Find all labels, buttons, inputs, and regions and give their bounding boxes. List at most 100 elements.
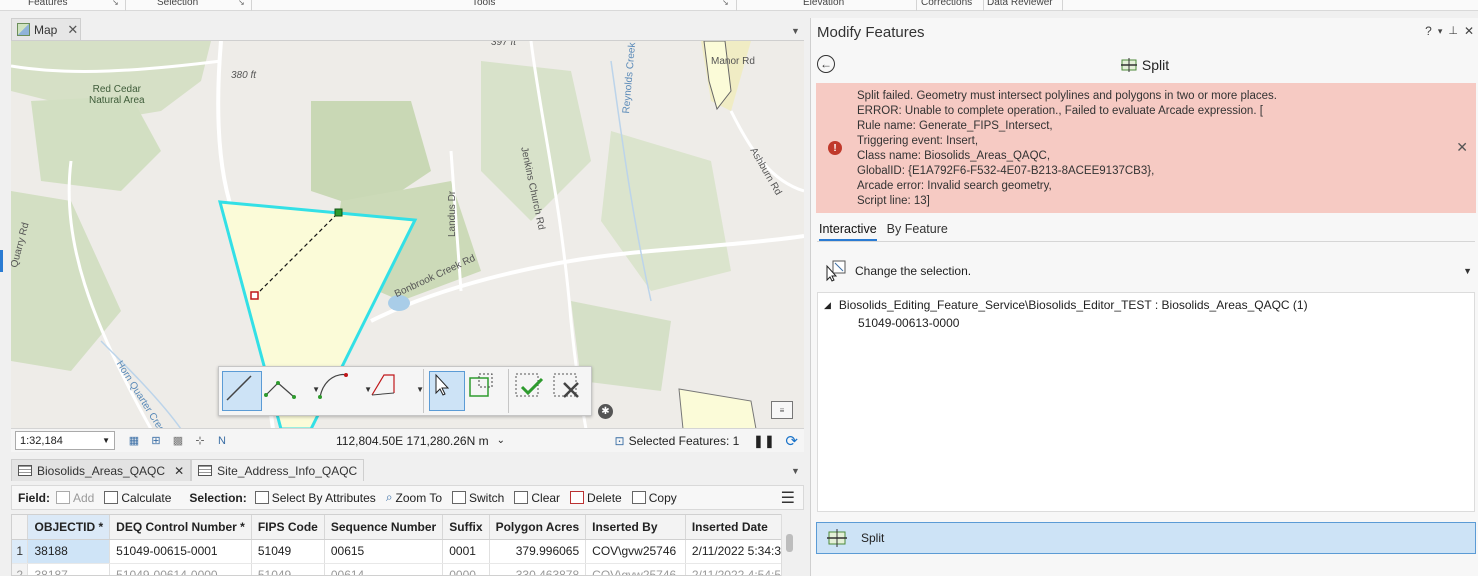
constraints-icon[interactable]: ⊹: [191, 432, 209, 450]
column-header[interactable]: Sequence Number: [324, 515, 444, 540]
table-scrollbar[interactable]: [781, 514, 796, 576]
table-cell[interactable]: 51049: [251, 539, 325, 564]
error-line: GlobalID: {E1A792F6-F532-4E07-B213-8ACEE…: [857, 165, 1155, 177]
table-row[interactable]: 1 38188 51049-00615-0001 51049 00615 000…: [12, 539, 795, 564]
chevron-down-icon[interactable]: ▼: [416, 385, 424, 394]
table-cell[interactable]: 00615: [324, 539, 444, 564]
table-row[interactable]: 2 38187 51049-00614-0000 51049 00614 000…: [12, 563, 795, 575]
row-number[interactable]: 2: [12, 563, 29, 575]
chevron-down-icon[interactable]: ⌄: [497, 435, 505, 446]
chevron-down-icon[interactable]: ▼: [1463, 266, 1472, 276]
tab-map[interactable]: Map ✕: [11, 18, 81, 40]
ribbon-divider: [251, 0, 252, 11]
hamburger-menu-icon[interactable]: ☰: [781, 488, 795, 508]
table-cell[interactable]: 00614: [324, 563, 444, 575]
error-icon: !: [828, 141, 842, 155]
delete-button[interactable]: Delete: [570, 491, 622, 505]
table-cell[interactable]: 51049: [251, 563, 325, 575]
table-cell[interactable]: 51049-00614-0000: [109, 563, 252, 575]
add-field-button[interactable]: Add: [56, 491, 94, 505]
tab-biosolids-areas[interactable]: Biosolids_Areas_QAQC ✕: [11, 459, 192, 481]
select-tool-button[interactable]: [429, 371, 465, 411]
polyline-tool-button[interactable]: ▼: [264, 371, 320, 411]
pane-menu-chevron-icon[interactable]: ▼: [791, 26, 800, 36]
table-cell[interactable]: 51049-00615-0001: [109, 539, 252, 564]
table-cell[interactable]: 330.463878: [489, 563, 587, 575]
table-cell[interactable]: 379.996065: [489, 539, 587, 564]
column-header[interactable]: Inserted Date: [685, 515, 795, 540]
dismiss-error-icon[interactable]: ✕: [1456, 139, 1468, 156]
collapse-triangle-icon[interactable]: ◢: [824, 300, 831, 312]
table-cell[interactable]: 2/11/2022 5:34:30: [685, 539, 795, 564]
table-cell[interactable]: 38188: [27, 539, 111, 564]
map-overview-icon[interactable]: ≡: [771, 401, 793, 419]
zoom-to-button[interactable]: ⌕ Zoom To: [386, 490, 442, 505]
selection-label: Selection:: [189, 490, 247, 505]
tree-feature-node[interactable]: 51049-00613-0000: [858, 316, 959, 330]
select-vertices-button[interactable]: [467, 371, 503, 411]
north-arrow-icon[interactable]: N: [213, 432, 231, 450]
scale-select[interactable]: 1:32,184 ▼: [15, 431, 115, 450]
grid-icon[interactable]: ▩: [169, 432, 187, 450]
dialog-launcher-icon[interactable]: ↘: [722, 0, 729, 7]
dialog-launcher-icon[interactable]: ↘: [238, 0, 245, 7]
column-header[interactable]: Polygon Acres: [489, 515, 587, 540]
refresh-icon[interactable]: ⟳: [785, 432, 798, 450]
chevron-down-icon[interactable]: ▾: [1438, 26, 1443, 38]
tree-layer-node[interactable]: ◢ Biosolids_Editing_Feature_Service\Bios…: [824, 298, 1308, 312]
table-cell[interactable]: 0001: [442, 539, 490, 564]
scrollbar-thumb[interactable]: [786, 534, 793, 552]
select-by-attributes-button[interactable]: Select By Attributes: [254, 491, 376, 505]
cancel-sketch-button[interactable]: [552, 371, 588, 411]
pin-icon[interactable]: ⊥: [1448, 24, 1458, 38]
scale-value: 1:32,184: [20, 434, 63, 447]
split-button[interactable]: Split: [816, 522, 1476, 554]
trace-tool-button[interactable]: ▼: [368, 371, 424, 411]
map-label-elevation: 380 ft: [231, 70, 257, 81]
switch-icon: [452, 491, 467, 504]
mode-tabs: Interactive By Feature: [819, 222, 948, 241]
table-cell[interactable]: 0000: [442, 563, 490, 575]
close-icon[interactable]: ✕: [1464, 24, 1474, 38]
change-selection-row[interactable]: Change the selection.: [825, 260, 971, 282]
line-tool-button[interactable]: [222, 371, 262, 411]
calculator-icon: [104, 491, 119, 504]
finish-sketch-button[interactable]: [514, 371, 550, 411]
arc-tool-button[interactable]: ▼: [316, 371, 372, 411]
table-cell[interactable]: COV\gvw25746: [585, 539, 686, 564]
gear-icon[interactable]: ✱: [598, 404, 613, 419]
table-icon: [198, 465, 213, 476]
row-number[interactable]: 1: [12, 539, 29, 564]
column-header[interactable]: DEQ Control Number *: [109, 515, 252, 540]
column-header[interactable]: Inserted By: [585, 515, 686, 540]
map-view[interactable]: Red Cedar Natural Area 380 ft 397 ft Qua…: [11, 40, 804, 428]
column-header[interactable]: Suffix: [442, 515, 490, 540]
table-cell[interactable]: 38187: [27, 563, 111, 575]
close-icon[interactable]: ✕: [174, 464, 184, 478]
ribbon-divider: [736, 0, 737, 11]
tab-interactive[interactable]: Interactive: [819, 222, 877, 241]
select-by-attributes-icon: [254, 491, 269, 504]
pause-drawing-icon[interactable]: ❚❚: [753, 434, 775, 448]
grid-snap-icon[interactable]: ▦: [125, 432, 143, 450]
calculate-button[interactable]: Calculate: [104, 491, 171, 505]
copy-button[interactable]: Copy: [631, 491, 677, 505]
dialog-launcher-icon[interactable]: ↘: [112, 0, 119, 7]
clear-button[interactable]: Clear: [514, 491, 560, 505]
snapping-icon[interactable]: ⊞: [147, 432, 165, 450]
help-icon[interactable]: ?: [1425, 24, 1432, 38]
parcel-polygon: [678, 388, 757, 428]
table-cell[interactable]: COV\gvw25746: [585, 563, 686, 575]
pane-menu-chevron-icon[interactable]: ▼: [791, 466, 800, 476]
column-header[interactable]: FIPS Code: [251, 515, 325, 540]
toolbar-divider: [508, 369, 509, 413]
switch-button[interactable]: Switch: [452, 491, 504, 505]
close-icon[interactable]: ✕: [67, 22, 78, 38]
ribbon-divider: [125, 0, 126, 11]
tab-site-address-info[interactable]: Site_Address_Info_QAQC: [191, 459, 365, 481]
selected-features-indicator[interactable]: ⊡ Selected Features: 1: [615, 434, 740, 448]
tab-by-feature[interactable]: By Feature: [887, 222, 948, 241]
pane-controls: ? ▾ ⊥ ✕: [1425, 24, 1474, 38]
column-header[interactable]: OBJECTID *: [27, 515, 111, 540]
table-cell[interactable]: 2/11/2022 4:54:5: [685, 563, 795, 575]
